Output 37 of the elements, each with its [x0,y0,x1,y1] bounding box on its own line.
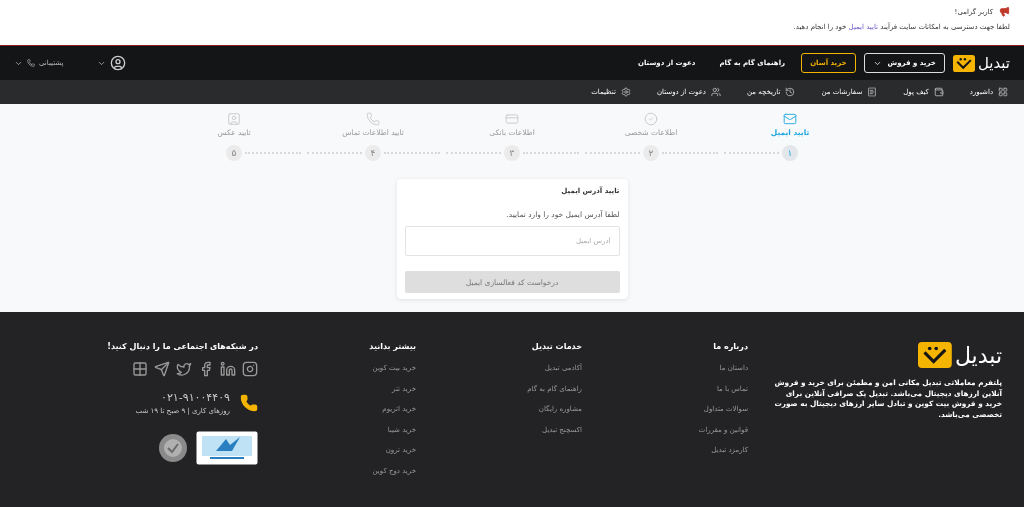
step-number: ۱ [782,145,798,161]
app-icon[interactable] [132,361,148,377]
step-icon [366,112,380,126]
step-icon [505,112,519,126]
column-title: درباره ما [712,342,748,351]
step-icon [783,112,797,126]
column-title: بیشتر بدانید [368,342,416,351]
megaphone-icon [999,6,1010,17]
linkedin-icon[interactable] [220,361,236,377]
subnav-icon [867,87,878,97]
phone-icon [240,394,258,412]
telegram-icon[interactable] [154,361,170,377]
seal-drawing[interactable] [158,433,188,463]
logo-text[interactable]: تبدیل [977,54,1010,72]
step-number: ۲ [643,145,659,161]
subnav-icon [710,87,721,97]
twitter-icon[interactable] [176,361,192,377]
column-title: خدمات تبدیل [530,342,582,351]
social-title: در شبکه‌های اجتماعی ما را دنبال کنید! [107,342,258,351]
phone-icon [27,59,35,67]
step-icon [227,112,241,126]
logo-text: تبدیل [954,342,1002,368]
subnav-icon [620,87,631,97]
user-menu-button[interactable] [97,55,127,71]
logo-icon [918,342,952,368]
step-number: ۳ [504,145,520,161]
user-icon [110,55,127,71]
step-number: ۵ [226,145,242,161]
subnav-icon [998,87,1008,97]
logo-icon [952,54,975,72]
subnav-icon [933,87,944,97]
subnav-icon [785,87,796,97]
instagram-icon[interactable] [242,361,258,377]
trust-badge-drawing[interactable] [196,431,258,465]
phone-number: ۰۲۱-۹۱۰۰۴۴۰۹ [160,391,230,404]
step-icon [644,112,658,126]
step-number: ۴ [365,145,381,161]
